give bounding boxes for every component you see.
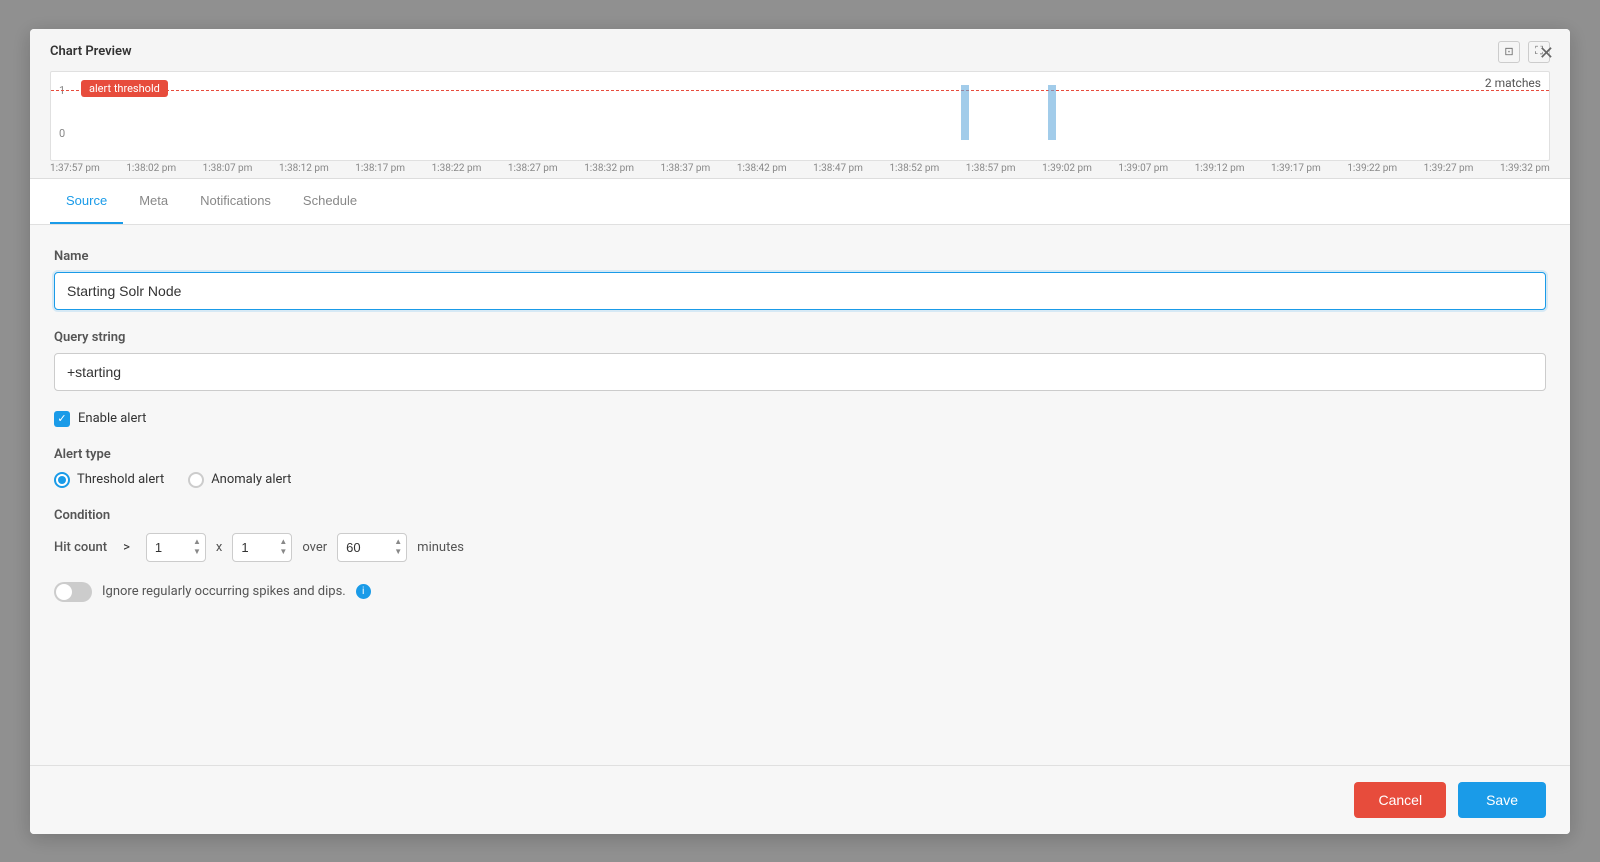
ignore-spikes-row: Ignore regularly occurring spikes and di… [54,582,1546,602]
time-label-5: 1:38:22 pm [432,163,482,174]
enable-alert-label: Enable alert [78,411,146,426]
modal: ✕ Chart Preview ⊡ ⛶ 2 matches 1 alert th… [30,29,1570,834]
time-label-2: 1:38:07 pm [203,163,253,174]
tabs-section: Source Meta Notifications Schedule [30,179,1570,225]
name-input[interactable] [54,272,1546,310]
tab-meta[interactable]: Meta [123,179,184,224]
value1-spinner: ▲ ▼ [190,537,204,557]
time-label-7: 1:38:32 pm [584,163,634,174]
value1-down-btn[interactable]: ▼ [190,547,204,557]
condition-section: Condition Hit count > ▲ ▼ x [54,508,1546,562]
alert-type-label: Alert type [54,447,1546,462]
time-label-10: 1:38:47 pm [813,163,863,174]
value2-down-btn[interactable]: ▼ [276,547,290,557]
checkmark-icon: ✓ [57,412,66,425]
alert-type-section: Alert type Threshold alert Anomaly alert [54,447,1546,488]
radio-threshold-circle [54,472,70,488]
chart-bar-2 [1048,85,1056,140]
radio-anomaly-label: Anomaly alert [211,472,291,487]
time-label-14: 1:39:07 pm [1118,163,1168,174]
name-field-group: Name [54,249,1546,310]
close-button[interactable]: ✕ [1539,43,1554,64]
enable-alert-checkbox[interactable]: ✓ [54,411,70,427]
minutes-down-btn[interactable]: ▼ [391,547,405,557]
query-string-input[interactable] [54,353,1546,391]
main-content: Name Query string ✓ Enable alert Alert t… [30,225,1570,765]
cancel-button[interactable]: Cancel [1354,782,1446,818]
matches-badge: 2 matches [1485,76,1541,90]
condition-label: Condition [54,508,1546,523]
chart-preview-title: Chart Preview [50,44,132,59]
save-button[interactable]: Save [1458,782,1546,818]
value2-spinner: ▲ ▼ [276,537,290,557]
time-label-18: 1:39:27 pm [1424,163,1474,174]
enable-alert-row: ✓ Enable alert [54,411,1546,427]
radio-threshold-label: Threshold alert [77,472,164,487]
chart-preview-header: Chart Preview ⊡ ⛶ [50,41,1550,63]
time-label-0: 1:37:57 pm [50,163,100,174]
alert-type-radio-group: Threshold alert Anomaly alert [54,472,1546,488]
tab-source[interactable]: Source [50,179,123,224]
time-label-17: 1:39:22 pm [1347,163,1397,174]
time-label-9: 1:38:42 pm [737,163,787,174]
tabs: Source Meta Notifications Schedule [50,179,1550,224]
tab-schedule[interactable]: Schedule [287,179,373,224]
ignore-spikes-label: Ignore regularly occurring spikes and di… [102,584,346,599]
time-label-3: 1:38:12 pm [279,163,329,174]
name-label: Name [54,249,1546,264]
time-label-15: 1:39:12 pm [1195,163,1245,174]
time-label-12: 1:38:57 pm [966,163,1016,174]
minimize-chart-button[interactable]: ⊡ [1498,41,1520,63]
chart-area: 2 matches 1 alert threshold 0 [50,71,1550,161]
value2-wrapper: ▲ ▼ [232,533,292,562]
modal-footer: Cancel Save [30,765,1570,834]
time-label-4: 1:38:17 pm [355,163,405,174]
time-axis: 1:37:57 pm 1:38:02 pm 1:38:07 pm 1:38:12… [50,161,1550,178]
condition-row: Hit count > ▲ ▼ x ▲ ▼ [54,533,1546,562]
value1-wrapper: ▲ ▼ [146,533,206,562]
radio-option-threshold[interactable]: Threshold alert [54,472,164,488]
chart-preview-section: Chart Preview ⊡ ⛶ 2 matches 1 alert thre… [30,29,1570,179]
info-icon[interactable]: i [356,584,371,599]
y-axis-label-0: 0 [59,127,65,140]
alert-threshold-label: alert threshold [81,80,168,97]
minutes-up-btn[interactable]: ▲ [391,537,405,547]
minutes-spinner: ▲ ▼ [391,537,405,557]
time-label-6: 1:38:27 pm [508,163,558,174]
value2-up-btn[interactable]: ▲ [276,537,290,547]
operator-label: > [117,536,136,559]
time-label-16: 1:39:17 pm [1271,163,1321,174]
tab-notifications[interactable]: Notifications [184,179,287,224]
time-label-13: 1:39:02 pm [1042,163,1092,174]
value1-up-btn[interactable]: ▲ [190,537,204,547]
radio-option-anomaly[interactable]: Anomaly alert [188,472,291,488]
time-label-8: 1:38:37 pm [661,163,711,174]
chart-bar-1 [961,85,969,140]
query-string-field-group: Query string [54,330,1546,391]
radio-anomaly-circle [188,472,204,488]
time-label-11: 1:38:52 pm [889,163,939,174]
modal-overlay: ✕ Chart Preview ⊡ ⛶ 2 matches 1 alert th… [0,0,1600,862]
time-label-19: 1:39:32 pm [1500,163,1550,174]
hit-count-label: Hit count [54,540,107,555]
ignore-spikes-toggle[interactable] [54,582,92,602]
over-label: over [302,540,327,555]
multiply-label: x [216,540,222,555]
threshold-line [51,90,1549,91]
time-label-1: 1:38:02 pm [126,163,176,174]
query-string-label: Query string [54,330,1546,345]
minutes-label: minutes [417,540,464,555]
minutes-wrapper: ▲ ▼ [337,533,407,562]
